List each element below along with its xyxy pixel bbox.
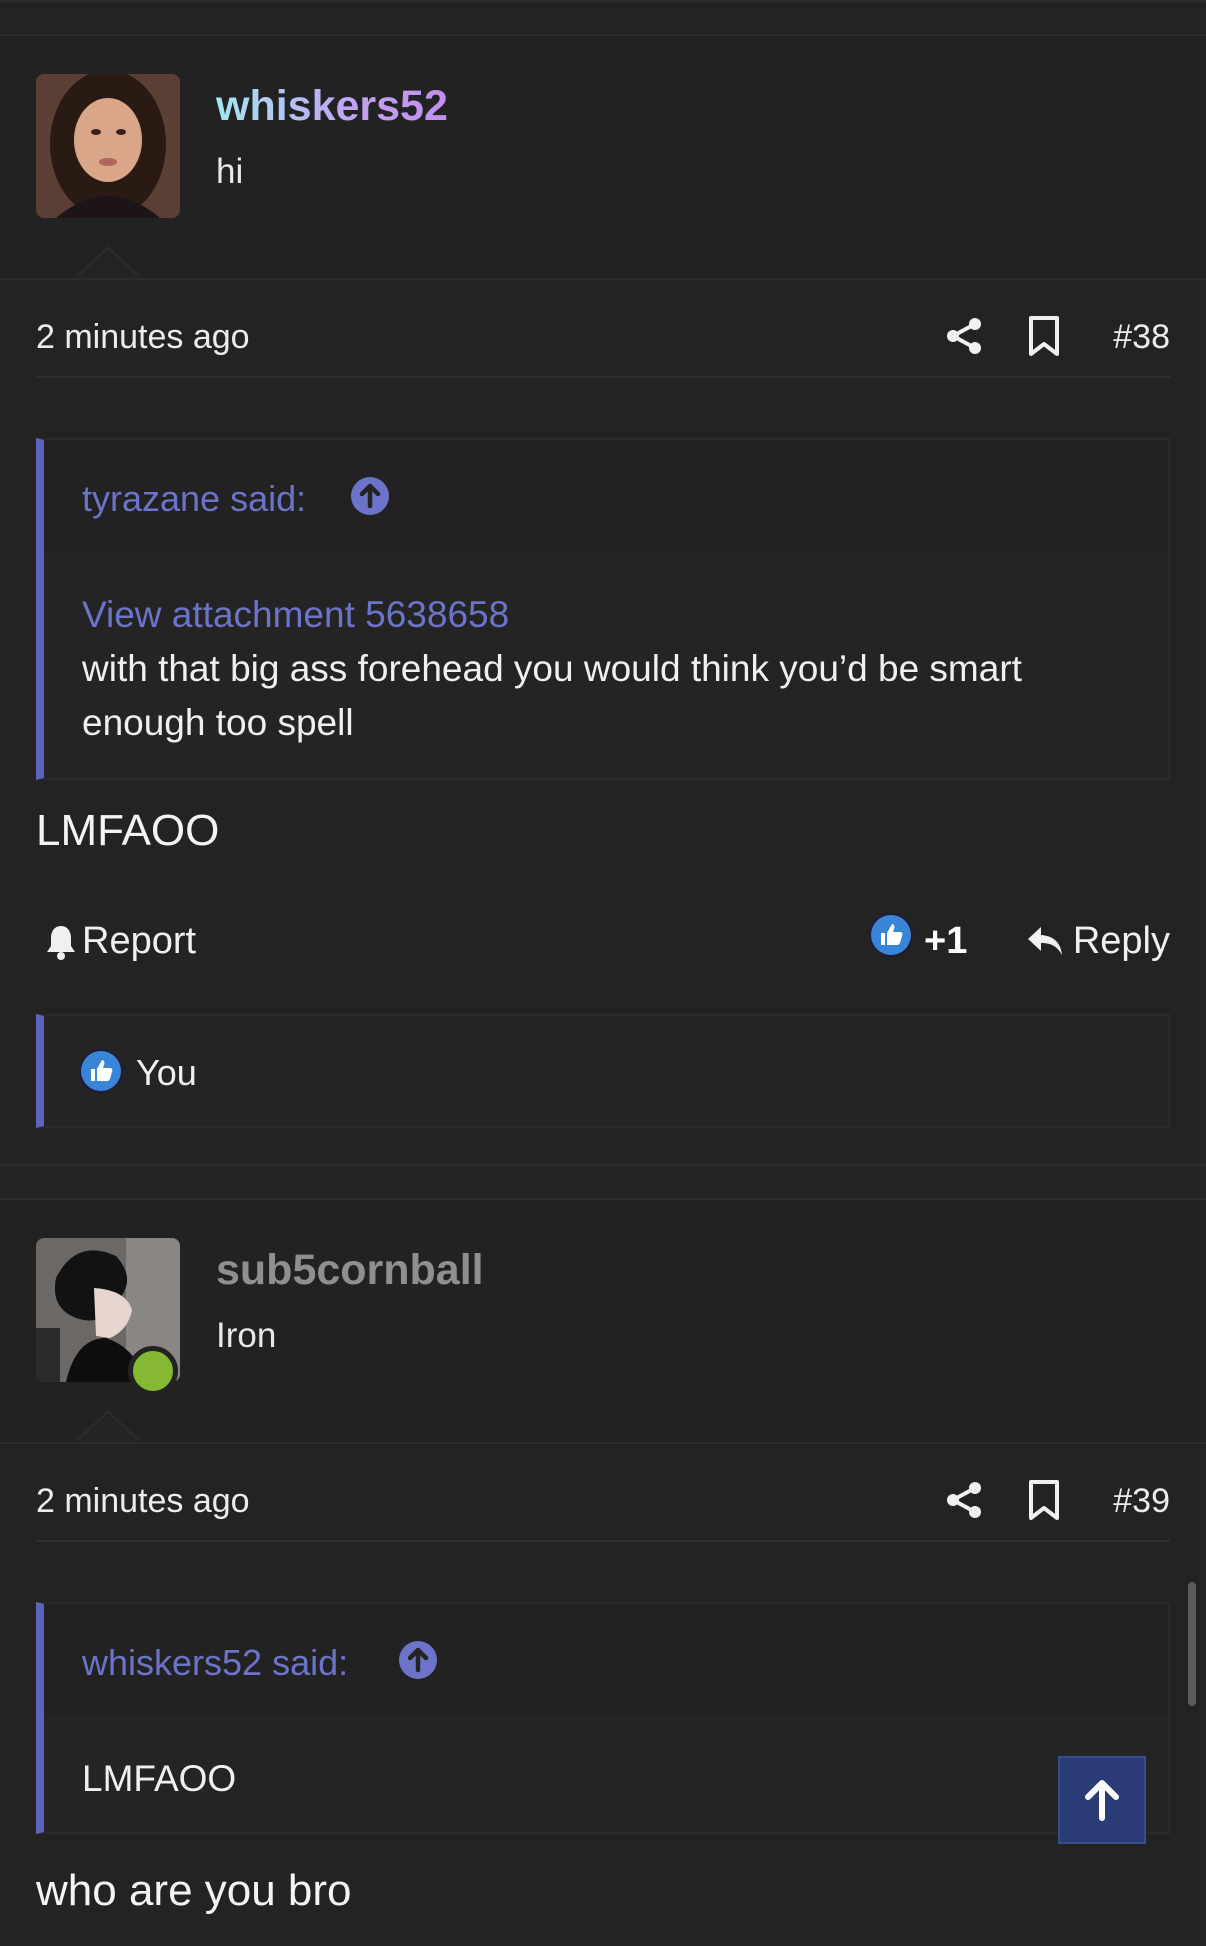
bookmark-icon[interactable]: [1026, 315, 1062, 357]
quote-block: whiskers52 said: LMFAOO: [36, 1602, 1170, 1834]
thumbs-up-icon: [79, 1049, 123, 1093]
quote-body: View attachment 5638658 with that big as…: [44, 552, 1168, 774]
bell-icon: [47, 925, 75, 960]
quote-block: tyrazane said: View attachment 5638658 w…: [36, 438, 1170, 780]
post-number[interactable]: #38: [1113, 318, 1170, 357]
post-username[interactable]: whiskers52: [216, 82, 448, 131]
share-icon[interactable]: [944, 316, 984, 356]
report-label: Report: [82, 920, 197, 962]
quote-text: LMFAOO: [82, 1758, 237, 1799]
post-number[interactable]: #39: [1113, 1482, 1170, 1521]
post-meta-row: 2 minutes ago #39: [36, 1462, 1170, 1542]
reply-arrow-icon: [1027, 926, 1062, 955]
scroll-to-top-button[interactable]: [1058, 1756, 1146, 1844]
reply-button[interactable]: Reply: [1025, 920, 1170, 963]
quote-author[interactable]: whiskers52 said:: [82, 1642, 348, 1684]
post-meta-row: 2 minutes ago #38: [36, 298, 1170, 378]
thumbs-up-icon[interactable]: [868, 912, 914, 958]
attachment-link[interactable]: View attachment 5638658: [82, 588, 1130, 642]
arrow-up-circle-icon[interactable]: [398, 1640, 438, 1680]
quote-body: LMFAOO: [44, 1716, 1168, 1830]
avatar-image: [36, 74, 180, 218]
quote-author[interactable]: tyrazane said:: [82, 478, 306, 520]
user-title: Iron: [216, 1316, 277, 1355]
quote-header: whiskers52 said:: [44, 1604, 1168, 1716]
header-pointer: [76, 246, 140, 277]
reactions-bar[interactable]: You: [36, 1014, 1170, 1128]
user-title: hi: [216, 152, 244, 191]
arrow-up-circle-icon[interactable]: [350, 476, 390, 516]
post-username[interactable]: sub5cornball: [216, 1246, 484, 1295]
header-pointer: [76, 1410, 140, 1441]
post-actions: Report +1 Reply: [36, 912, 1170, 972]
share-icon[interactable]: [944, 1480, 984, 1520]
quote-header: tyrazane said:: [44, 440, 1168, 552]
report-button[interactable]: Report: [44, 920, 196, 963]
scrollbar-thumb[interactable]: [1188, 1582, 1196, 1706]
top-divider: [0, 0, 1206, 2]
post-message: LMFAOO: [36, 806, 220, 855]
quote-text: with that big ass forehead you would thi…: [82, 648, 1022, 743]
post-39-user-header: sub5cornball Iron: [0, 1198, 1206, 1444]
post-timestamp[interactable]: 2 minutes ago: [36, 318, 250, 357]
post-38-user-header: whiskers52 hi: [0, 34, 1206, 280]
arrow-up-icon: [1085, 1780, 1119, 1821]
bookmark-icon[interactable]: [1026, 1479, 1062, 1521]
post-timestamp[interactable]: 2 minutes ago: [36, 1482, 250, 1521]
reaction-users[interactable]: You: [136, 1052, 197, 1094]
like-count[interactable]: +1: [924, 920, 967, 963]
avatar[interactable]: [36, 74, 180, 218]
reply-label: Reply: [1072, 920, 1170, 962]
online-status-indicator: [128, 1346, 178, 1396]
post-message: who are you bro: [36, 1866, 352, 1915]
post-separator: [0, 1164, 1206, 1166]
